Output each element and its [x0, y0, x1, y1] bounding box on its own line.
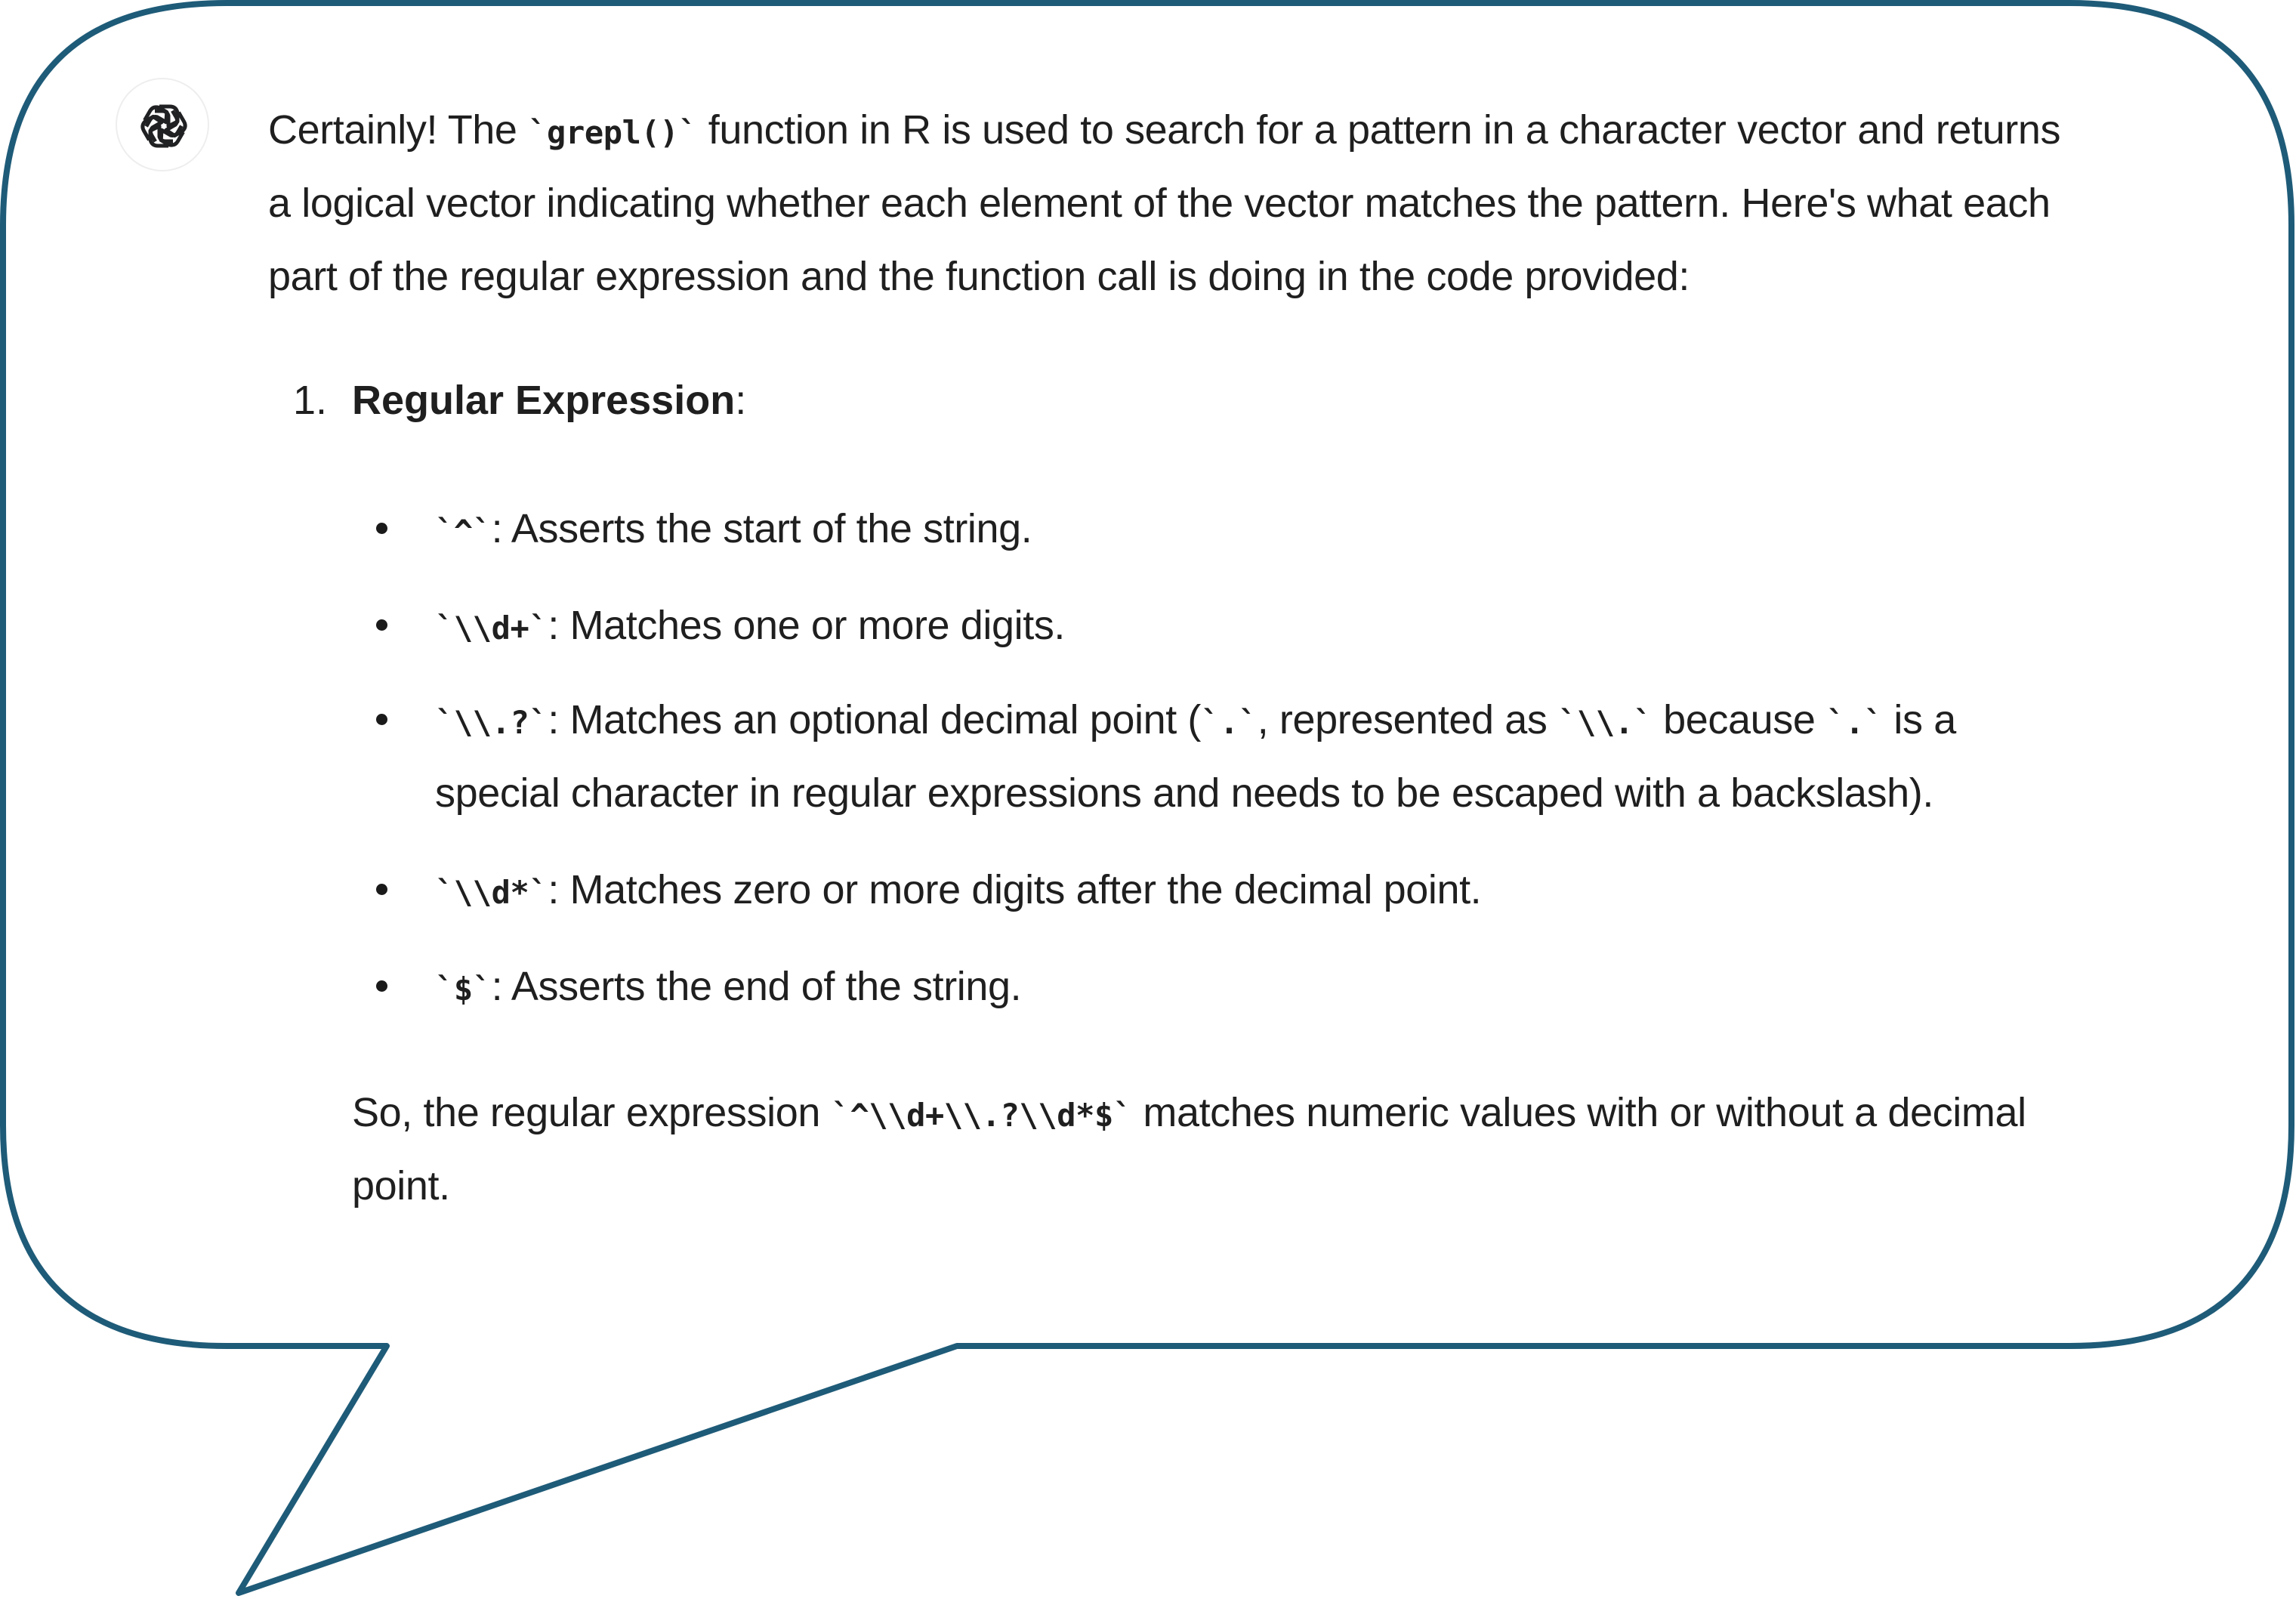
list-item-text: : Asserts the end of the string. [491, 964, 1022, 1009]
openai-logo-icon [140, 104, 187, 148]
summary-paragraph: So, the regular expression `^\\d+\\.?\\d… [352, 1076, 2026, 1223]
inline-code: `\\d+` [435, 610, 548, 647]
list-item-line-1: `\\.?`: Matches an optional decimal poin… [435, 684, 1956, 757]
list-item: `\\d*`: Matches zero or more digits afte… [435, 854, 1482, 929]
list-item-text: : Matches an optional decimal point ( [548, 697, 1202, 742]
chat-message: Certainly! The `grepl()` function in R i… [0, 0, 2296, 1599]
inline-code: `.` [1201, 704, 1258, 741]
intro-line-3: part of the regular expression and the f… [268, 254, 1690, 299]
intro-line-1: Certainly! The `grepl()` function in R i… [268, 94, 2061, 167]
list-item: `\\d+`: Matches one or more digits. [435, 589, 1065, 665]
list-item-text: because [1652, 697, 1827, 742]
bullet-dot [376, 619, 387, 631]
inline-code: `\\d*` [435, 874, 548, 911]
inline-code: `grepl()` [528, 114, 698, 151]
intro-line-2: a logical vector indicating whether each… [268, 181, 2051, 226]
bullet-dot [376, 523, 387, 534]
inline-code: `\\.?` [435, 704, 548, 741]
inline-code: `$` [435, 971, 492, 1008]
list-heading-bold: Regular Expression [352, 378, 736, 423]
list-item: `^`: Asserts the start of the string. [435, 492, 1032, 568]
list-heading-suffix: : [735, 378, 747, 423]
list-item: `$`: Asserts the end of the string. [435, 950, 1022, 1026]
list-item-text: : Matches zero or more digits after the … [548, 867, 1482, 912]
summary-line-2: point. [352, 1163, 450, 1209]
intro-text: function in R is used to search for a pa… [697, 107, 2061, 153]
inline-code: `.` [1826, 704, 1883, 741]
list-item-line-2: special character in regular expressions… [435, 770, 1933, 816]
summary-text: matches numeric values with or without a… [1131, 1090, 2026, 1135]
list-item-text: , represented as [1257, 697, 1559, 742]
inline-code: `^\\d+\\.?\\d*$` [831, 1097, 1133, 1134]
intro-paragraph: Certainly! The `grepl()` function in R i… [268, 94, 2061, 313]
bullet-dot [376, 884, 387, 895]
inline-code: `^` [435, 513, 492, 550]
bullet-dot [376, 980, 387, 992]
bullet-dot [376, 714, 387, 725]
list-heading: Regular Expression: [352, 370, 746, 431]
list-item-text: is a [1882, 697, 1956, 742]
inline-code: `\\.` [1558, 704, 1653, 741]
list-number: 1. [293, 378, 328, 423]
list-item-text: : Matches one or more digits. [548, 603, 1066, 648]
intro-text: Certainly! The [268, 107, 529, 153]
assistant-avatar [116, 78, 209, 171]
summary-text: So, the regular expression [352, 1090, 832, 1135]
summary-line-1: So, the regular expression `^\\d+\\.?\\d… [352, 1076, 2026, 1150]
list-item: `\\.?`: Matches an optional decimal poin… [435, 684, 1956, 830]
list-item-text: : Asserts the start of the string. [491, 506, 1032, 551]
